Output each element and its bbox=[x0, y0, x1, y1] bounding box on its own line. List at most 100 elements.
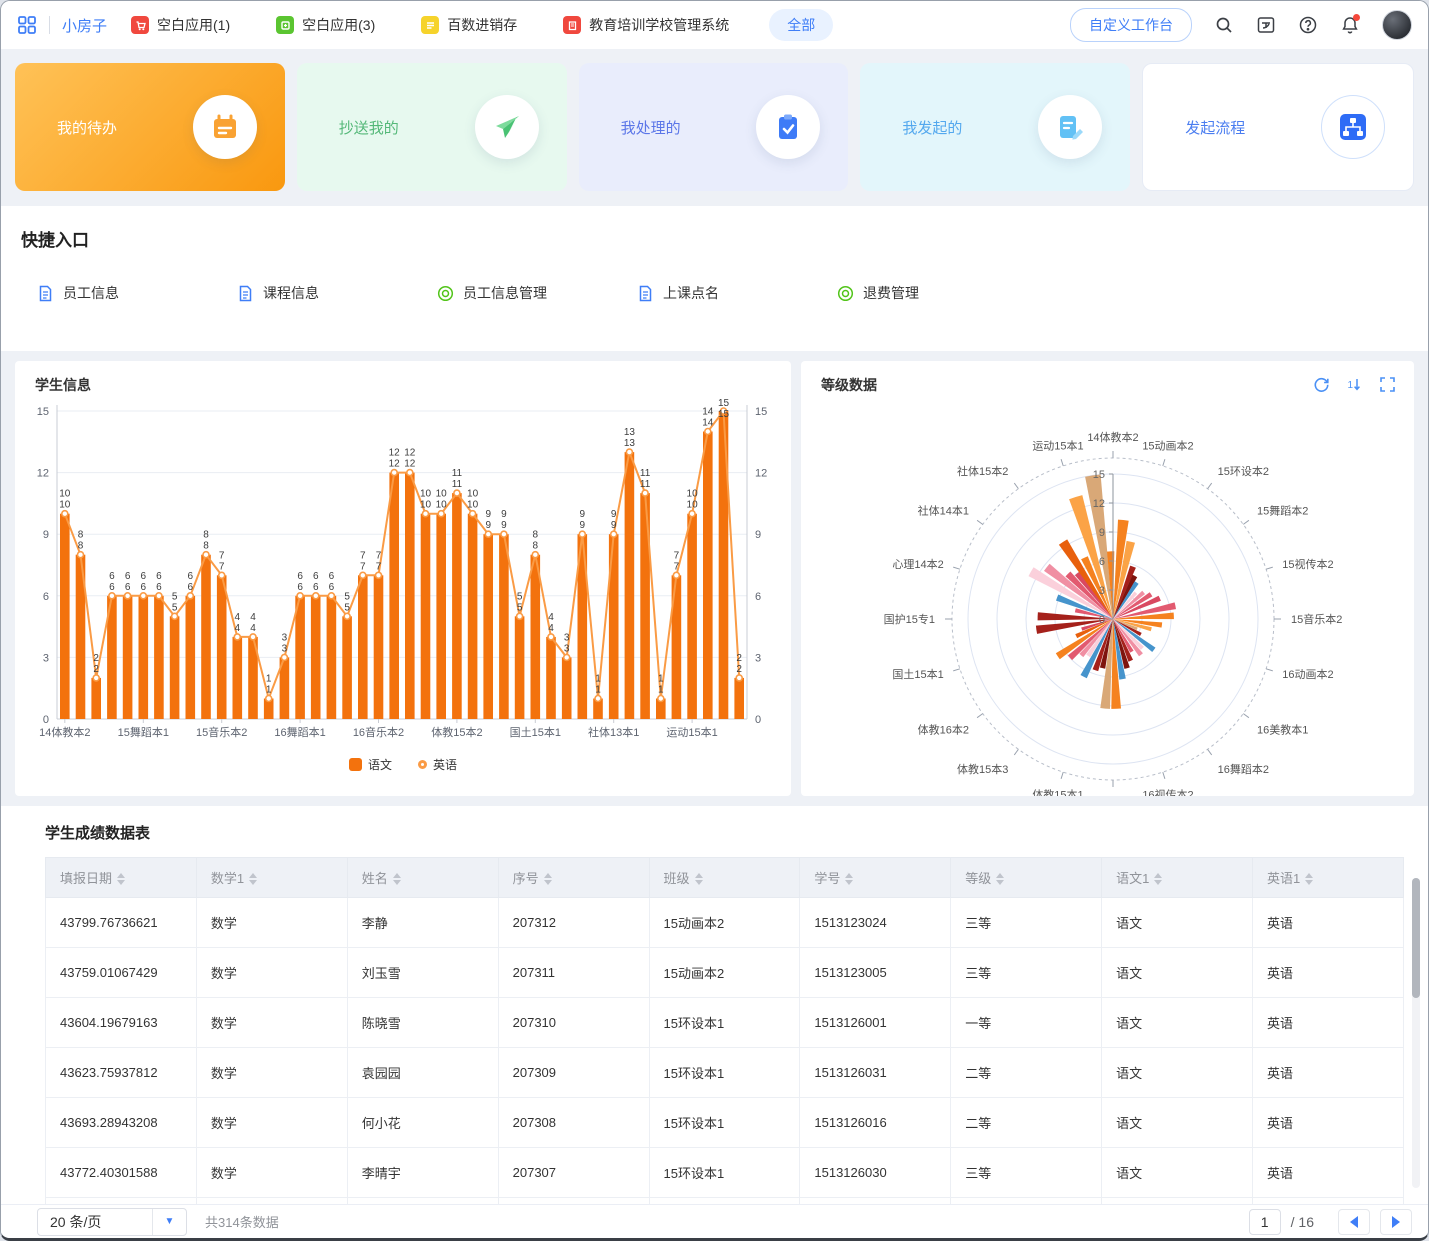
column-header-7[interactable]: 语文1 bbox=[1102, 857, 1253, 897]
svg-text:4: 4 bbox=[548, 611, 554, 622]
arrow-right-icon bbox=[1392, 1216, 1400, 1228]
svg-text:11: 11 bbox=[452, 479, 463, 490]
svg-text:12: 12 bbox=[755, 467, 767, 479]
table-cell: 43693.28943208 bbox=[46, 1097, 197, 1147]
tab-all-apps[interactable]: 全部 bbox=[769, 9, 833, 41]
legend-item-english[interactable]: 英语 bbox=[418, 756, 457, 773]
table-row-2[interactable]: 43604.19679163数学陈晓雪20731015环设本1151312600… bbox=[46, 997, 1404, 1047]
sort-caret-icon[interactable] bbox=[117, 873, 125, 885]
table-cell: 15动画本2 bbox=[649, 897, 800, 947]
svg-text:7: 7 bbox=[376, 561, 382, 572]
sort-caret-icon[interactable] bbox=[695, 873, 703, 885]
svg-text:4: 4 bbox=[250, 622, 256, 633]
table-cell: 207310 bbox=[498, 997, 649, 1047]
column-header-8[interactable]: 英语1 bbox=[1253, 857, 1404, 897]
apps-grid-icon[interactable] bbox=[17, 15, 37, 35]
svg-text:11: 11 bbox=[452, 468, 463, 479]
sort-caret-icon[interactable] bbox=[544, 873, 552, 885]
column-header-6[interactable]: 等级 bbox=[951, 857, 1102, 897]
card-3[interactable]: 我发起的 bbox=[860, 63, 1130, 191]
sort-icon[interactable]: 1 bbox=[1346, 376, 1363, 393]
table-scrollbar[interactable] bbox=[1412, 878, 1420, 1188]
target-icon bbox=[837, 285, 854, 302]
search-icon[interactable] bbox=[1214, 15, 1234, 35]
svg-text:7: 7 bbox=[360, 550, 366, 561]
doc-edit-icon bbox=[1038, 95, 1102, 159]
avatar[interactable] bbox=[1382, 10, 1412, 40]
page-total-label: / 16 bbox=[1291, 1214, 1314, 1230]
quick-entry-label: 退费管理 bbox=[863, 283, 919, 303]
svg-text:9: 9 bbox=[486, 520, 492, 531]
quick-entry-4[interactable]: 退费管理 bbox=[837, 283, 1037, 303]
svg-text:12: 12 bbox=[389, 458, 401, 469]
svg-text:3: 3 bbox=[282, 643, 288, 654]
table-cell: 207307 bbox=[498, 1147, 649, 1197]
card-0[interactable]: 我的待办 bbox=[15, 63, 285, 191]
quick-entry-2[interactable]: 员工信息管理 bbox=[437, 283, 637, 303]
quick-entry-3[interactable]: 上课点名 bbox=[637, 283, 837, 303]
navbar-app-1[interactable]: 空白应用(3) bbox=[276, 15, 375, 35]
navbar-app-3[interactable]: 教育培训学校管理系统 bbox=[563, 15, 729, 35]
card-2[interactable]: 我处理的 bbox=[579, 63, 849, 191]
current-page-box[interactable]: 1 bbox=[1249, 1209, 1281, 1235]
table-row-0[interactable]: 43799.76736621数学李静20731215动画本21513123024… bbox=[46, 897, 1404, 947]
svg-text:4: 4 bbox=[235, 622, 241, 633]
scrollbar-thumb[interactable] bbox=[1412, 878, 1420, 998]
table-cell: 1513126001 bbox=[800, 997, 951, 1047]
prev-page-button[interactable] bbox=[1338, 1209, 1370, 1235]
svg-text:16音乐本2: 16音乐本2 bbox=[353, 725, 404, 739]
chart-legend: 语文 英语 bbox=[15, 756, 791, 773]
fullscreen-icon[interactable] bbox=[1379, 376, 1396, 393]
svg-text:体教15本2: 体教15本2 bbox=[431, 725, 482, 739]
card-4[interactable]: 发起流程 bbox=[1142, 63, 1414, 191]
card-label: 我的待办 bbox=[57, 117, 117, 138]
next-page-button[interactable] bbox=[1380, 1209, 1412, 1235]
sort-caret-icon[interactable] bbox=[1154, 873, 1162, 885]
column-header-4[interactable]: 班级 bbox=[649, 857, 800, 897]
table-row-5[interactable]: 43772.40301588数学李晴宇20730715环设本1151312603… bbox=[46, 1147, 1404, 1197]
card-label: 抄送我的 bbox=[339, 117, 399, 138]
quick-entry-1[interactable]: 课程信息 bbox=[237, 283, 437, 303]
navbar-app-0[interactable]: 空白应用(1) bbox=[131, 15, 230, 35]
svg-text:11: 11 bbox=[640, 468, 651, 479]
column-header-5[interactable]: 学号 bbox=[800, 857, 951, 897]
svg-text:16舞蹈本1: 16舞蹈本1 bbox=[274, 725, 325, 739]
document-icon bbox=[237, 285, 254, 302]
svg-text:社体15本2: 社体15本2 bbox=[957, 464, 1008, 478]
table-cell: 43665.18313239 bbox=[46, 1197, 197, 1204]
sort-caret-icon[interactable] bbox=[249, 873, 257, 885]
legend-item-chinese[interactable]: 语文 bbox=[349, 756, 392, 773]
column-label: 学号 bbox=[814, 871, 840, 886]
refresh-icon[interactable] bbox=[1313, 376, 1330, 393]
customize-workbench-button[interactable]: 自定义工作台 bbox=[1070, 8, 1192, 42]
table-row-4[interactable]: 43693.28943208数学何小花20730815环设本1151312601… bbox=[46, 1097, 1404, 1147]
table-row-1[interactable]: 43759.01067429数学刘玉雪20731115动画本2151312300… bbox=[46, 947, 1404, 997]
workspace-name[interactable]: 小房子 bbox=[62, 15, 107, 36]
svg-text:15: 15 bbox=[718, 409, 730, 420]
page-size-select[interactable]: 20 条/页 ▼ bbox=[37, 1208, 187, 1236]
sort-caret-icon[interactable] bbox=[845, 873, 853, 885]
svg-text:3: 3 bbox=[43, 652, 49, 664]
card-1[interactable]: 抄送我的 bbox=[297, 63, 567, 191]
column-header-2[interactable]: 姓名 bbox=[347, 857, 498, 897]
navbar-app-label: 教育培训学校管理系统 bbox=[589, 15, 729, 35]
svg-text:6: 6 bbox=[141, 581, 147, 592]
svg-text:4: 4 bbox=[548, 622, 554, 633]
table-row-6[interactable]: 43665.18313239数学周玉霞20730615环设本1151312600… bbox=[46, 1197, 1404, 1204]
sort-caret-icon[interactable] bbox=[996, 873, 1004, 885]
column-header-3[interactable]: 序号 bbox=[498, 857, 649, 897]
notification-bell-icon[interactable] bbox=[1340, 15, 1360, 35]
table-row-3[interactable]: 43623.75937812数学袁园园20730915环设本1151312603… bbox=[46, 1047, 1404, 1097]
column-header-1[interactable]: 数学1 bbox=[196, 857, 347, 897]
help-icon[interactable] bbox=[1298, 15, 1318, 35]
quick-entry-0[interactable]: 员工信息 bbox=[37, 283, 237, 303]
quick-entry-title: 快捷入口 bbox=[21, 226, 1428, 251]
list-icon bbox=[421, 16, 439, 34]
navbar-app-2[interactable]: 百数进销存 bbox=[421, 15, 517, 35]
translate-icon[interactable] bbox=[1256, 15, 1276, 35]
sort-caret-icon[interactable] bbox=[1305, 873, 1313, 885]
svg-text:15舞蹈本1: 15舞蹈本1 bbox=[118, 725, 169, 739]
svg-text:10: 10 bbox=[687, 488, 699, 499]
column-header-0[interactable]: 填报日期 bbox=[46, 857, 197, 897]
sort-caret-icon[interactable] bbox=[393, 873, 401, 885]
